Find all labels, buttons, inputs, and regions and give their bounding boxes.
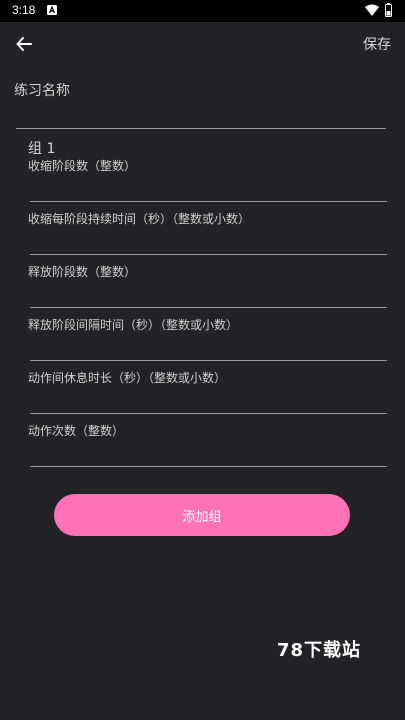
status-time: 3:18 [12,3,36,17]
contraction-stages-label: 收缩阶段数（整数） [28,159,137,173]
repetitions-label: 动作次数（整数） [28,424,125,438]
release-interval-label: 释放阶段间隔时间（秒）（整数或小数） [28,318,239,332]
save-button[interactable]: 保存 [363,34,391,54]
rest-duration-input[interactable] [30,391,387,414]
release-stages-label: 释放阶段数（整数） [28,265,137,279]
add-group-button[interactable]: 添加组 [54,494,350,536]
top-app-bar: 保存 [0,22,405,66]
contraction-duration-input[interactable] [30,232,387,255]
wifi-icon [365,4,379,16]
exercise-name-input[interactable] [16,100,386,129]
contraction-duration-label: 收缩每阶段持续时间（秒）（整数或小数） [28,212,251,226]
group-title: 组 1 [28,141,56,157]
battery-icon [385,3,392,17]
back-button[interactable] [10,30,38,58]
rest-duration-label: 动作间休息时长（秒）（整数或小数） [28,371,227,385]
status-bar: 3:18 [0,0,405,22]
release-stages-input[interactable] [30,285,387,308]
contraction-stages-input[interactable] [30,179,387,202]
watermark: 78下载站 [277,640,362,661]
release-interval-input[interactable] [30,338,387,361]
repetitions-input[interactable] [30,444,387,467]
add-group-label: 添加组 [182,509,222,525]
notification-a-icon [47,5,57,15]
arrow-left-icon [16,37,32,51]
exercise-name-label: 练习名称 [14,83,70,99]
